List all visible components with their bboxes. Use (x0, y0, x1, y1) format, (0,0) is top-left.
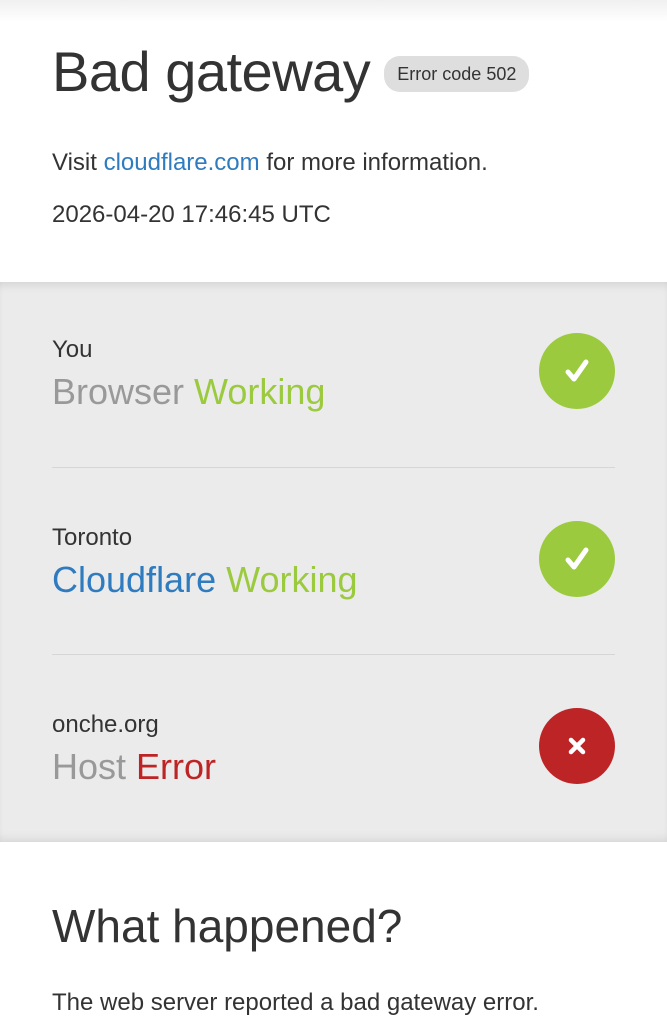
status-error-circle (539, 708, 615, 784)
checkmark-icon (565, 547, 589, 570)
what-happened-title: What happened? (52, 900, 403, 952)
timestamp: 2026-04-20 17:46:45 UTC (52, 201, 331, 228)
service-name: Cloudflare (52, 559, 217, 600)
status-ok-circle (539, 333, 615, 409)
x-icon (568, 737, 586, 755)
service-state: Error (136, 746, 217, 787)
divider (52, 654, 615, 655)
service-line: Cloudflare Working (52, 558, 358, 602)
status-row-browser: You Browser Working (52, 322, 615, 462)
checkmark-icon (565, 359, 589, 382)
divider (52, 467, 615, 468)
what-happened-text: The web server reported a bad gateway er… (52, 989, 539, 1016)
page-title: Bad gateway (52, 40, 371, 103)
status-row-cloudflare: Toronto Cloudflare Working (52, 510, 615, 650)
what-happened-section: What happened? The web server reported a… (0, 842, 667, 1024)
top-shadow (0, 0, 667, 22)
service-name: Browser (52, 371, 185, 412)
error-header: Bad gateway Error code 502 Visit cloudfl… (0, 0, 667, 282)
location-label: Toronto (52, 524, 133, 551)
service-state: Working (226, 559, 358, 600)
cloudflare-link[interactable]: cloudflare.com (104, 149, 260, 176)
title-row: Bad gateway Error code 502 (52, 38, 530, 106)
service-line: Host Error (52, 745, 216, 789)
status-panel: You Browser Working Toronto Cloudflare W… (0, 282, 667, 842)
status-ok-circle (539, 521, 615, 597)
location-label: You (52, 336, 93, 363)
location-label: onche.org (52, 711, 159, 738)
info-prefix: Visit (52, 149, 104, 176)
service-name: Host (52, 746, 127, 787)
service-state: Working (194, 371, 326, 412)
status-row-host: onche.org Host Error (52, 697, 615, 837)
info-line: Visit cloudflare.com for more informatio… (52, 148, 488, 178)
error-code-badge: Error code 502 (384, 56, 530, 92)
service-line: Browser Working (52, 370, 325, 414)
info-suffix: for more information. (259, 149, 488, 176)
